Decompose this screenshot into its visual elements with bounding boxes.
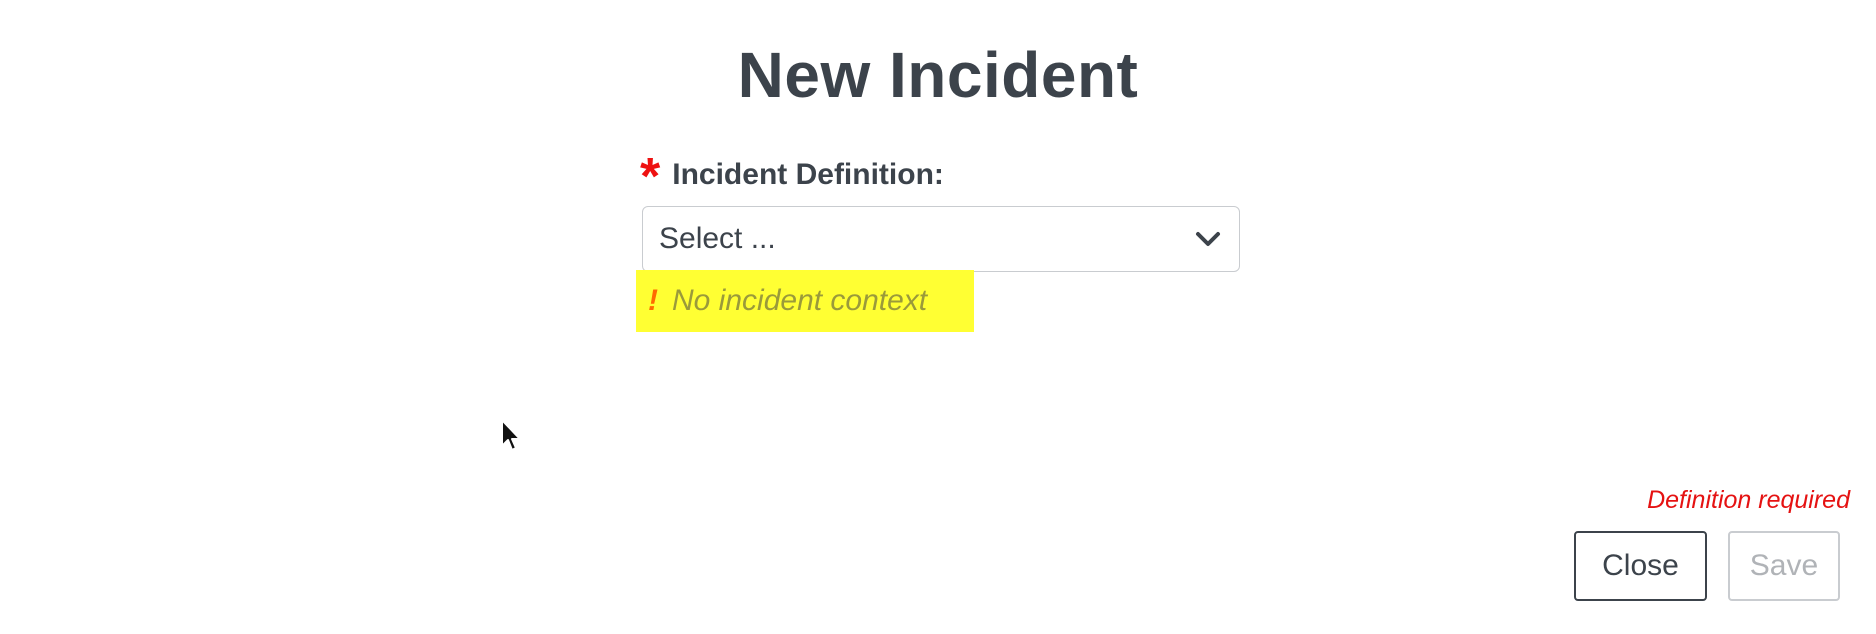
warning-message: ! No incident context (636, 270, 974, 332)
new-incident-dialog: New Incident * Incident Definition: Sele… (0, 0, 1876, 634)
close-button[interactable]: Close (1574, 531, 1707, 601)
required-marker: * (640, 148, 661, 206)
incident-definition-select[interactable]: Select ... (642, 206, 1240, 272)
page-title: New Incident (737, 39, 1139, 111)
incident-definition-label-row: * Incident Definition: (640, 148, 944, 206)
incident-definition-label: Incident Definition: (672, 158, 944, 191)
select-value: Select ... (659, 222, 776, 255)
warning-text: No incident context (672, 284, 928, 317)
mouse-cursor-icon (501, 419, 521, 451)
chevron-down-icon[interactable] (1193, 224, 1223, 254)
validation-message: Definition required (1647, 486, 1850, 514)
save-button[interactable]: Save (1728, 531, 1840, 601)
exclamation-icon: ! (648, 284, 658, 317)
